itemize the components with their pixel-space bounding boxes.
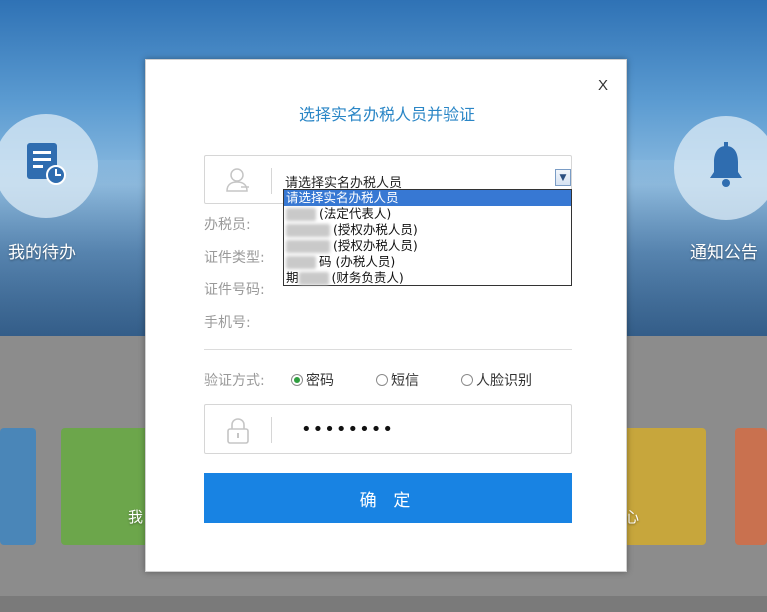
lock-icon <box>227 418 249 448</box>
id-number-label: 证件号码: <box>204 282 265 298</box>
password-divider <box>271 417 272 443</box>
dropdown-option[interactable]: 期 (财务负责人) <box>284 270 571 286</box>
dropdown-option[interactable]: 请选择实名办税人员 <box>284 190 571 206</box>
chevron-down-icon[interactable]: ▼ <box>555 169 571 186</box>
user-icon <box>225 167 251 197</box>
blue-card[interactable] <box>0 428 36 545</box>
redacted-name <box>286 208 316 221</box>
radio-unchecked-icon <box>376 374 388 386</box>
id-type-label: 证件类型: <box>204 250 265 266</box>
dropdown-option[interactable]: (授权办税人员) <box>284 238 571 254</box>
verify-dialog: X 选择实名办税人员并验证 请选择实名办税人员 ▼ 请选择实名办税人员 (法定代… <box>145 59 627 572</box>
green-card[interactable] <box>61 428 151 545</box>
calendar-list-icon <box>25 141 67 191</box>
radio-password[interactable]: 密码 <box>291 370 334 390</box>
radio-unchecked-icon <box>461 374 473 386</box>
password-field[interactable]: •••••••• <box>204 404 572 454</box>
redacted-name <box>286 256 316 269</box>
radio-password-label: 密码 <box>306 373 334 389</box>
select-divider <box>271 168 272 194</box>
redacted-name <box>286 224 330 237</box>
tax-person-label: 办税员: <box>204 217 251 233</box>
orange-card[interactable] <box>735 428 767 545</box>
radio-face[interactable]: 人脸识别 <box>461 370 532 390</box>
redacted-name <box>298 272 329 285</box>
footer-strip <box>0 596 767 612</box>
dropdown-option[interactable]: (法定代表人) <box>284 206 571 222</box>
green-card-label: 我 <box>128 508 144 526</box>
dropdown-option[interactable]: 码 (办税人员) <box>284 254 571 270</box>
radio-sms-label: 短信 <box>391 373 419 389</box>
verify-method-label: 验证方式: <box>204 373 265 389</box>
select-dropdown-list: 请选择实名办税人员 (法定代表人) (授权办税人员) (授权办税人员) 码 (办… <box>283 189 572 286</box>
dialog-title: 选择实名办税人员并验证 <box>298 105 475 124</box>
confirm-button[interactable]: 确 定 <box>204 473 572 523</box>
todo-tile-label: 我的待办 <box>8 243 76 263</box>
dropdown-option[interactable]: (授权办税人员) <box>284 222 571 238</box>
radio-face-label: 人脸识别 <box>476 373 532 389</box>
section-divider <box>204 349 572 350</box>
bell-icon <box>706 142 746 194</box>
notice-tile[interactable] <box>674 116 767 220</box>
phone-label: 手机号: <box>204 315 251 331</box>
radio-sms[interactable]: 短信 <box>376 370 419 390</box>
password-value: •••••••• <box>301 419 394 440</box>
radio-checked-icon <box>291 374 303 386</box>
redacted-name <box>286 240 330 253</box>
close-button[interactable]: X <box>598 77 608 94</box>
notice-tile-label: 通知公告 <box>690 243 758 263</box>
